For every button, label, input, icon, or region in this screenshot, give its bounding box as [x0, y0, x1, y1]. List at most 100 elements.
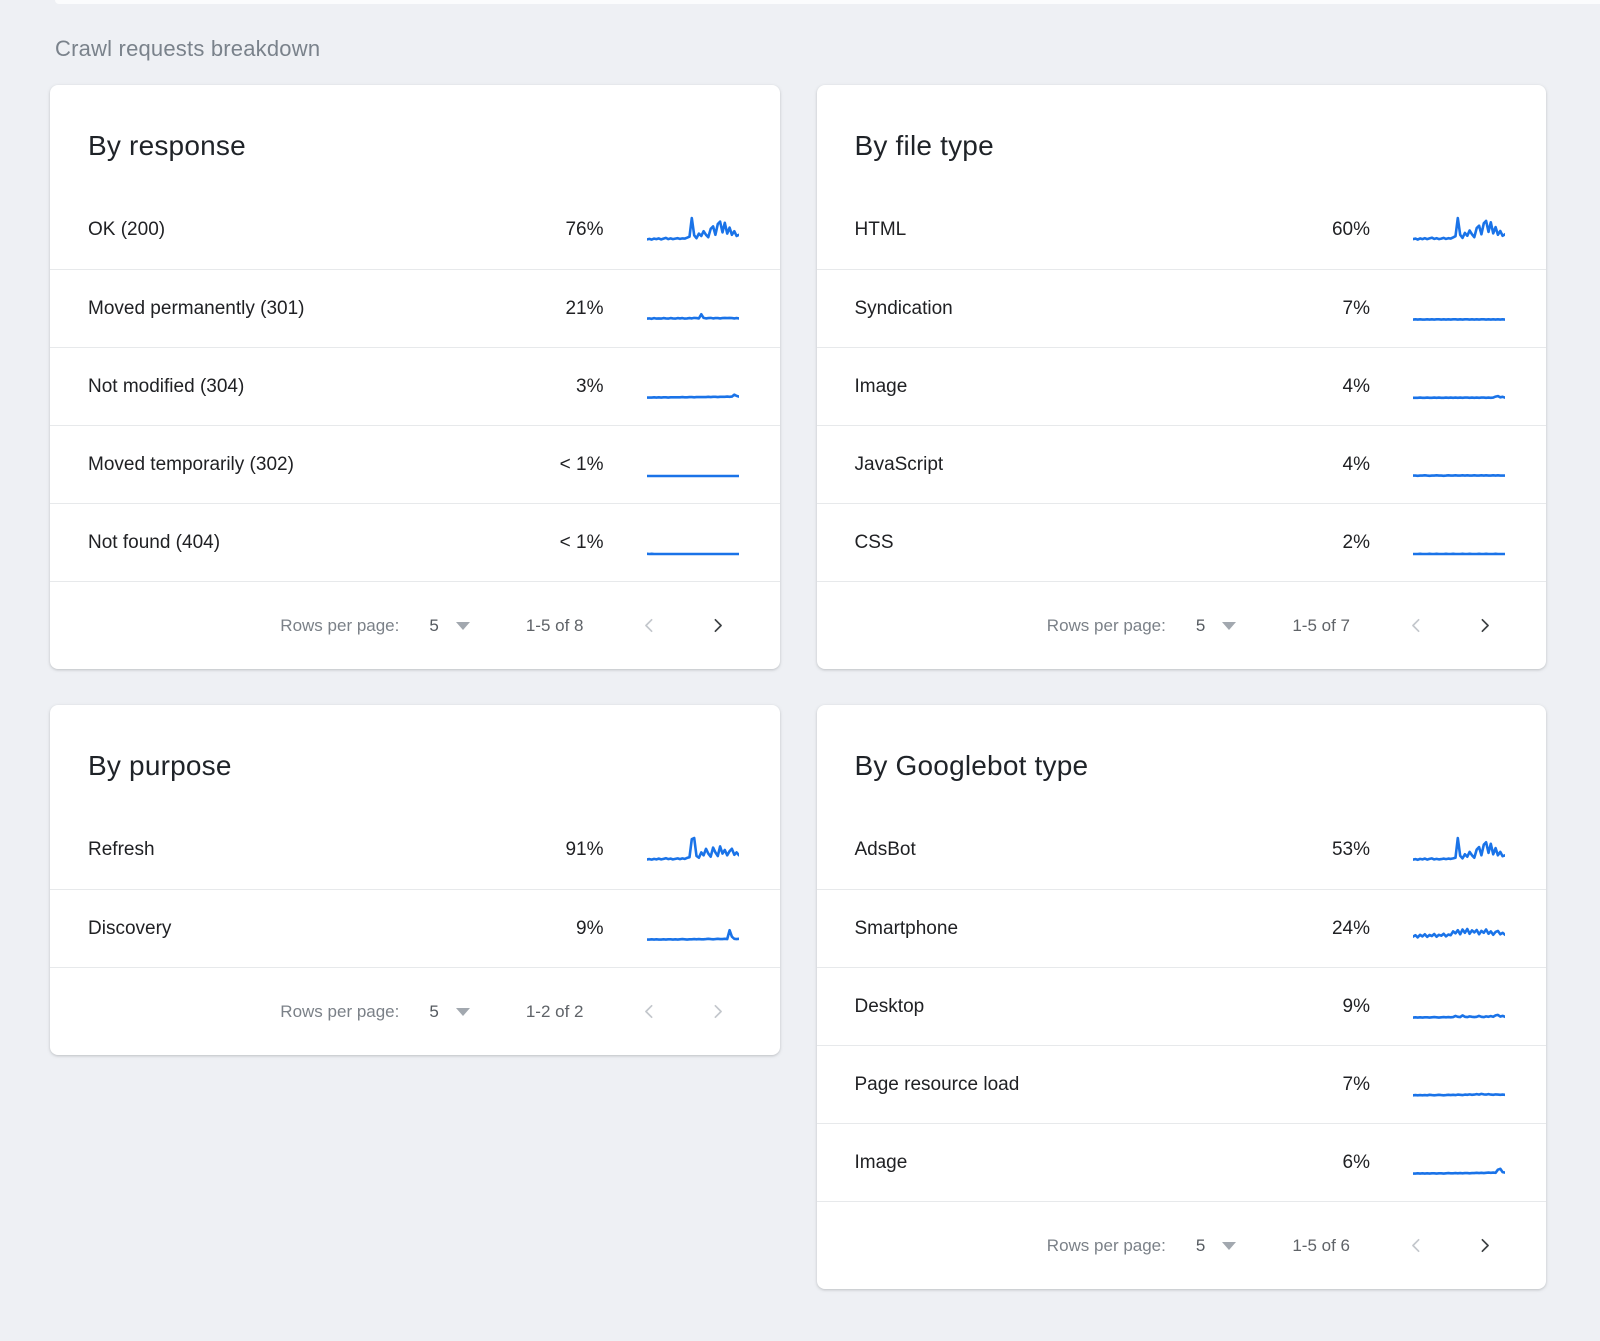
rows-per-page-select[interactable]: 5	[1196, 1236, 1205, 1256]
table-row-javascript[interactable]: JavaScript 4%	[817, 425, 1547, 503]
row-percent: 6%	[1298, 1152, 1370, 1174]
sparkline-chart	[1413, 528, 1505, 558]
sparkline-chart	[1413, 1148, 1505, 1178]
previous-page-button	[1402, 1232, 1430, 1260]
sparkline-chart	[647, 528, 739, 558]
chevron-left-icon	[1408, 617, 1425, 634]
next-page-button[interactable]	[704, 612, 732, 640]
sparkline-chart	[1413, 215, 1505, 245]
rows-per-page-select[interactable]: 5	[429, 616, 438, 636]
table-row-desktop[interactable]: Desktop 9%	[817, 967, 1547, 1045]
sparkline-chart	[647, 835, 739, 865]
sparkline-chart	[647, 914, 739, 944]
row-percent: 21%	[532, 298, 604, 320]
row-percent: < 1%	[532, 532, 604, 554]
row-label: Not modified (304)	[88, 376, 532, 398]
previous-page-button	[636, 998, 664, 1026]
card-title: By response	[50, 85, 780, 162]
chevron-left-icon	[641, 1003, 658, 1020]
pagination-range: 1-5 of 6	[1292, 1236, 1350, 1256]
row-label: Not found (404)	[88, 532, 532, 554]
sparkline-chart	[1413, 372, 1505, 402]
dropdown-arrow-icon[interactable]	[1222, 622, 1236, 630]
card-title: By file type	[817, 85, 1547, 162]
sparkline-chart	[647, 372, 739, 402]
row-label: Discovery	[88, 918, 532, 940]
table-row-adsbot[interactable]: AdsBot 53%	[817, 811, 1547, 889]
pagination-range: 1-5 of 7	[1292, 616, 1350, 636]
row-percent: 9%	[1298, 996, 1370, 1018]
dropdown-arrow-icon[interactable]	[456, 1008, 470, 1016]
rows-per-page-select[interactable]: 5	[429, 1002, 438, 1022]
card-by-file-type: By file type HTML 60% Syndication 7% Ima…	[817, 85, 1547, 669]
rows-per-page-label: Rows per page:	[1047, 616, 1166, 636]
row-percent: 76%	[532, 219, 604, 241]
cards-grid: By response OK (200) 76% Moved permanent…	[50, 85, 1546, 1289]
table-row-moved-permanently-301[interactable]: Moved permanently (301) 21%	[50, 269, 780, 347]
chevron-right-icon	[709, 1003, 726, 1020]
card-rows: AdsBot 53% Smartphone 24% Desktop 9% Pag…	[817, 811, 1547, 1201]
rows-per-page-select[interactable]: 5	[1196, 616, 1205, 636]
row-percent: 53%	[1298, 839, 1370, 861]
card-rows: OK (200) 76% Moved permanently (301) 21%…	[50, 191, 780, 581]
card-by-purpose: By purpose Refresh 91% Discovery 9% Rows…	[50, 705, 780, 1055]
sparkline-chart	[1413, 914, 1505, 944]
previous-page-button	[636, 612, 664, 640]
table-pagination: Rows per page: 5 1-5 of 6	[817, 1201, 1547, 1289]
chevron-right-icon	[709, 617, 726, 634]
row-percent: 91%	[532, 839, 604, 861]
table-pagination: Rows per page: 5 1-5 of 8	[50, 581, 780, 669]
table-row-smartphone[interactable]: Smartphone 24%	[817, 889, 1547, 967]
table-row-syndication[interactable]: Syndication 7%	[817, 269, 1547, 347]
row-percent: 2%	[1298, 532, 1370, 554]
row-percent: 7%	[1298, 298, 1370, 320]
top-edge-artifact	[55, 0, 1600, 4]
previous-page-button	[1402, 612, 1430, 640]
table-row-ok-200[interactable]: OK (200) 76%	[50, 191, 780, 269]
table-row-moved-temporarily-302[interactable]: Moved temporarily (302) < 1%	[50, 425, 780, 503]
row-percent: 60%	[1298, 219, 1370, 241]
table-row-html[interactable]: HTML 60%	[817, 191, 1547, 269]
table-row-page-resource-load[interactable]: Page resource load 7%	[817, 1045, 1547, 1123]
chevron-left-icon	[1408, 1237, 1425, 1254]
row-label: Moved permanently (301)	[88, 298, 532, 320]
card-by-googlebot-type: By Googlebot type AdsBot 53% Smartphone …	[817, 705, 1547, 1289]
card-rows: Refresh 91% Discovery 9%	[50, 811, 780, 967]
row-label: Image	[855, 376, 1299, 398]
rows-per-page-label: Rows per page:	[280, 616, 399, 636]
rows-per-page-label: Rows per page:	[1047, 1236, 1166, 1256]
row-label: Desktop	[855, 996, 1299, 1018]
table-row-refresh[interactable]: Refresh 91%	[50, 811, 780, 889]
table-pagination: Rows per page: 5 1-2 of 2	[50, 967, 780, 1055]
table-row-discovery[interactable]: Discovery 9%	[50, 889, 780, 967]
sparkline-chart	[1413, 450, 1505, 480]
chevron-right-icon	[1476, 1237, 1493, 1254]
row-percent: 4%	[1298, 454, 1370, 476]
dropdown-arrow-icon[interactable]	[1222, 1242, 1236, 1250]
card-title: By Googlebot type	[817, 705, 1547, 782]
row-percent: 3%	[532, 376, 604, 398]
table-row-not-found-404[interactable]: Not found (404) < 1%	[50, 503, 780, 581]
table-row-css[interactable]: CSS 2%	[817, 503, 1547, 581]
sparkline-chart	[1413, 1070, 1505, 1100]
table-row-image[interactable]: Image 6%	[817, 1123, 1547, 1201]
sparkline-chart	[647, 294, 739, 324]
table-row-not-modified-304[interactable]: Not modified (304) 3%	[50, 347, 780, 425]
card-by-response: By response OK (200) 76% Moved permanent…	[50, 85, 780, 669]
row-label: Image	[855, 1152, 1299, 1174]
table-row-image[interactable]: Image 4%	[817, 347, 1547, 425]
row-label: Page resource load	[855, 1074, 1299, 1096]
sparkline-chart	[647, 450, 739, 480]
next-page-button[interactable]	[1470, 1232, 1498, 1260]
sparkline-chart	[1413, 835, 1505, 865]
row-label: Syndication	[855, 298, 1299, 320]
row-label: CSS	[855, 532, 1299, 554]
row-label: HTML	[855, 219, 1299, 241]
row-percent: 9%	[532, 918, 604, 940]
row-percent: < 1%	[532, 454, 604, 476]
table-pagination: Rows per page: 5 1-5 of 7	[817, 581, 1547, 669]
next-page-button[interactable]	[1470, 612, 1498, 640]
row-label: JavaScript	[855, 454, 1299, 476]
sparkline-chart	[1413, 992, 1505, 1022]
dropdown-arrow-icon[interactable]	[456, 622, 470, 630]
